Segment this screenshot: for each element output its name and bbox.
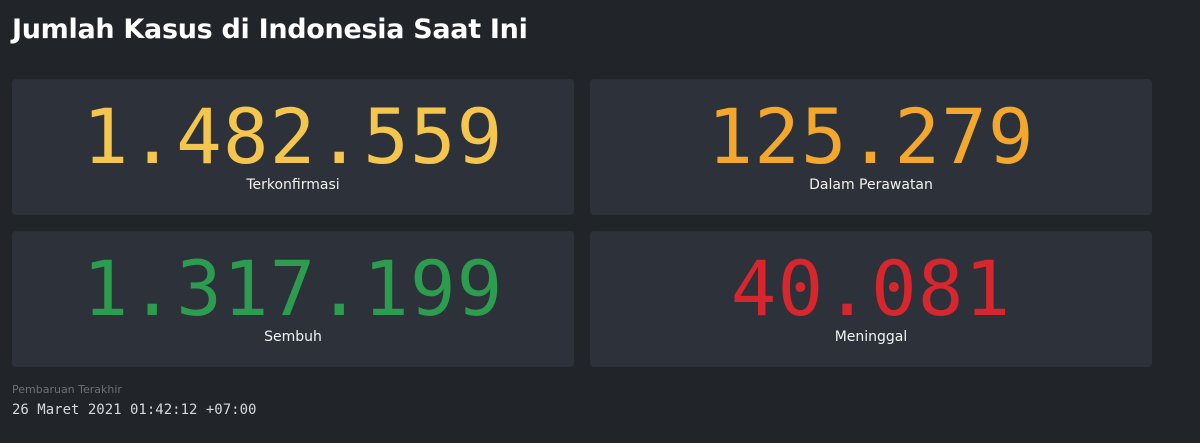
stat-card-in-treatment: 125.279 Dalam Perawatan [590,79,1152,215]
in-treatment-label: Dalam Perawatan [809,177,933,193]
recovered-label: Sembuh [264,329,322,345]
stat-card-recovered: 1.317.199 Sembuh [12,231,574,367]
stat-card-deaths: 40.081 Meninggal [590,231,1152,367]
in-treatment-count: 125.279 [707,92,1035,181]
last-updated-label: Pembaruan Terakhir [12,383,122,396]
deaths-count: 40.081 [730,244,1012,333]
page-title: Jumlah Kasus di Indonesia Saat Ini [12,14,528,45]
deaths-label: Meninggal [834,329,908,345]
stats-grid: 1.482.559 Terkonfirmasi 125.279 Dalam Pe… [12,79,1152,367]
recovered-count: 1.317.199 [82,244,504,333]
confirmed-count: 1.482.559 [82,92,504,181]
stat-card-confirmed: 1.482.559 Terkonfirmasi [12,79,574,215]
confirmed-label: Terkonfirmasi [246,177,340,193]
last-updated-timestamp: 26 Maret 2021 01:42:12 +07:00 [12,402,257,418]
